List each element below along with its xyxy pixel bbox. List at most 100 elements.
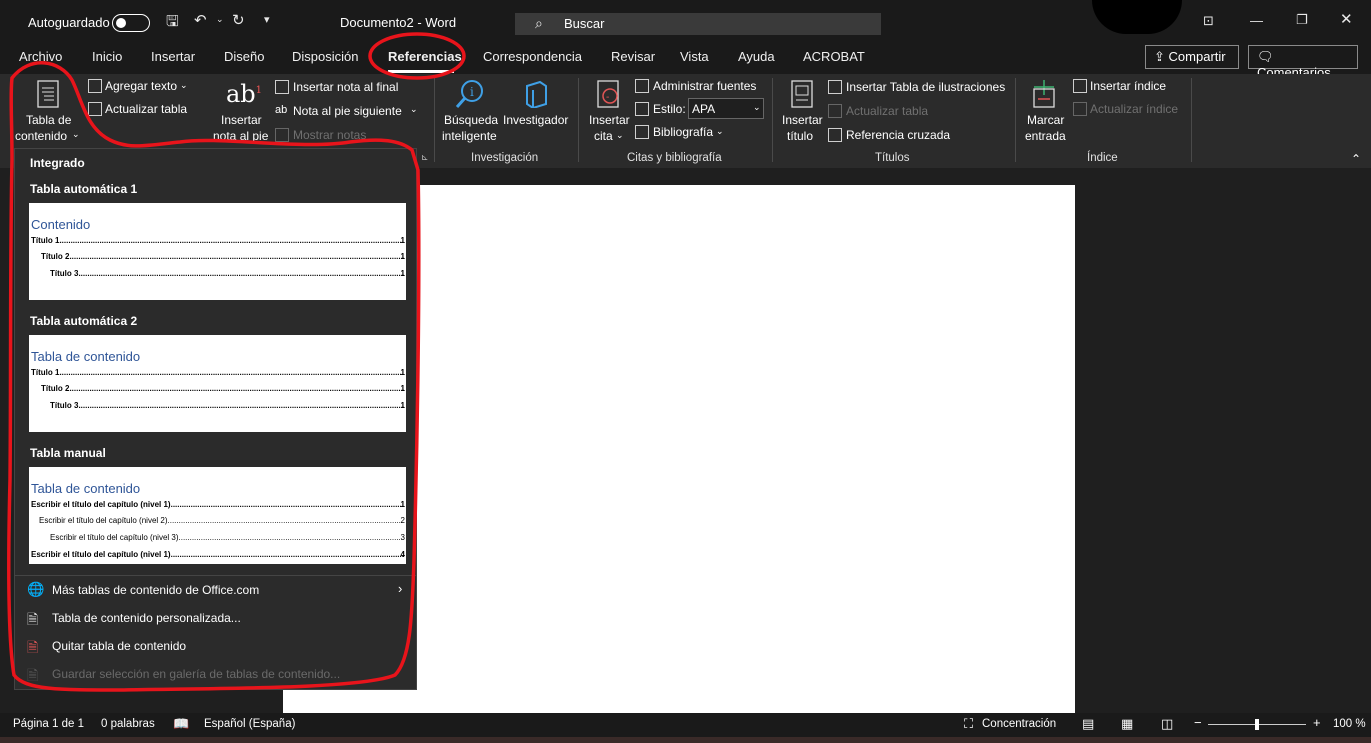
undo-icon[interactable]: ↶ — [194, 13, 207, 28]
share-icon: ⇪ — [1154, 49, 1165, 64]
share-label: Compartir — [1168, 49, 1226, 64]
auto-table-2-heading: Tabla automática 2 — [30, 314, 138, 328]
dialog-launcher-icon[interactable]: ⊾ — [421, 152, 429, 163]
redacted-account — [1092, 0, 1182, 34]
share-button[interactable]: ⇪ Compartir — [1145, 45, 1239, 69]
style-select[interactable]: APA ⌄ — [688, 98, 764, 119]
mark-entry-label-2: entrada — [1025, 129, 1066, 143]
update-table-2-button: Actualizar tabla — [846, 104, 929, 118]
footnote-icon: ab1 — [226, 80, 263, 108]
style-icon — [635, 102, 649, 116]
insert-caption-label-2: título — [787, 129, 814, 143]
insert-citation-label-1[interactable]: Insertar — [589, 113, 630, 127]
gallery-section-header: Integrado — [30, 156, 85, 170]
language[interactable]: Español (España) — [204, 718, 295, 730]
comments-button[interactable]: 🗨 Comentarios — [1248, 45, 1358, 80]
page-count[interactable]: Página 1 de 1 — [13, 718, 84, 730]
add-text-icon — [88, 79, 102, 93]
toc-line: Título 1................................… — [31, 236, 404, 245]
toc-page-num: 1 — [400, 368, 405, 377]
group-label-research: Investigación — [471, 152, 539, 164]
update-table-icon — [88, 102, 102, 116]
insert-tof-button[interactable]: Insertar Tabla de ilustraciones — [846, 80, 1005, 94]
update-table-button[interactable]: Actualizar tabla — [105, 102, 187, 116]
style-label: Estilo: — [653, 102, 686, 116]
chevron-right-icon: › — [398, 581, 403, 596]
insert-index-button[interactable]: Insertar índice — [1090, 79, 1166, 93]
insert-caption-label-1[interactable]: Insertar — [782, 113, 823, 127]
customize-qat-icon[interactable]: ▾ — [264, 15, 270, 26]
collapse-ribbon-icon[interactable]: ⌃ — [1351, 152, 1361, 166]
active-tab-indicator — [388, 70, 454, 73]
auto-table-2-title: Tabla de contenido — [31, 349, 141, 364]
tab-diseno[interactable]: Diseño — [224, 49, 264, 64]
tab-archivo[interactable]: Archivo — [19, 49, 62, 64]
zoom-slider-thumb[interactable] — [1255, 719, 1259, 730]
insert-footnote-label-2[interactable]: nota al pie — [213, 129, 268, 143]
mark-entry-label-1[interactable]: Marcar — [1027, 113, 1064, 127]
manual-table-thumbnail[interactable]: Tabla de contenido Escribir el título de… — [29, 467, 406, 564]
toc-page-num: 1 — [400, 401, 405, 410]
tab-inicio[interactable]: Inicio — [92, 49, 122, 64]
word-count[interactable]: 0 palabras — [101, 718, 155, 730]
separator — [1191, 78, 1192, 162]
tab-ayuda[interactable]: Ayuda — [738, 49, 775, 64]
tab-vista[interactable]: Vista — [680, 49, 709, 64]
zoom-level[interactable]: 100 % — [1333, 718, 1366, 730]
tab-referencias[interactable]: Referencias — [388, 49, 462, 64]
save-icon[interactable]: 🖫 — [166, 14, 179, 29]
tab-disposicion[interactable]: Disposición — [292, 49, 358, 64]
save-selection-item: Guardar selección en galería de tablas d… — [52, 667, 341, 681]
manage-sources-icon — [635, 79, 649, 93]
researcher-button[interactable]: Investigador — [503, 113, 568, 127]
web-layout-icon[interactable]: ◫ — [1161, 716, 1173, 732]
proofing-icon[interactable]: 📖 — [173, 716, 189, 732]
tab-correspondencia[interactable]: Correspondencia — [483, 49, 582, 64]
update-index-button: Actualizar índice — [1090, 102, 1179, 116]
insert-footnote-label-1: Insertar — [221, 113, 262, 127]
toc-page-num: 4 — [400, 550, 405, 559]
zoom-in-icon[interactable]: + — [1313, 715, 1321, 730]
redo-icon[interactable]: ↻ — [232, 13, 245, 28]
print-layout-icon[interactable]: ▦ — [1121, 716, 1133, 732]
toc-page-num: 1 — [400, 500, 405, 509]
next-footnote-button[interactable]: Nota al pie siguiente — [293, 104, 402, 118]
toc-line: Título 1................................… — [31, 368, 404, 377]
menu-separator — [14, 575, 417, 576]
smart-lookup-label-1[interactable]: Búsqueda — [444, 113, 498, 127]
toc-line: Escribir el título del capítulo (nivel 3… — [50, 533, 404, 542]
maximize-icon[interactable]: ❐ — [1296, 13, 1308, 26]
zoom-out-icon[interactable]: − — [1194, 715, 1202, 730]
more-tocs-office-item[interactable]: Más tablas de contenido de Office.com — [52, 583, 259, 597]
close-icon[interactable]: ✕ — [1340, 12, 1353, 27]
focus-icon: ⛶ — [964, 716, 974, 731]
minimize-icon[interactable]: — — [1250, 14, 1263, 27]
ribbon-display-icon[interactable]: ⊡ — [1203, 14, 1214, 27]
add-text-button[interactable]: Agregar texto — [105, 79, 177, 93]
tab-acrobat[interactable]: ACROBAT — [803, 49, 865, 64]
tab-revisar[interactable]: Revisar — [611, 49, 655, 64]
custom-toc-item[interactable]: Tabla de contenido personalizada... — [52, 611, 241, 625]
read-mode-icon[interactable]: ▤ — [1082, 716, 1094, 732]
show-notes-icon — [275, 128, 289, 142]
insert-endnote-button[interactable]: Insertar nota al final — [293, 80, 398, 94]
search-box[interactable]: ⌕ Buscar — [515, 13, 881, 35]
toc-line: Título 3................................… — [50, 269, 404, 278]
bibliography-button[interactable]: Bibliografía — [653, 125, 713, 139]
toc-label-2: contenido — [15, 129, 68, 143]
toc-page-num: 2 — [400, 516, 405, 525]
undo-dropdown-icon[interactable]: ⌄ — [216, 15, 224, 24]
remove-toc-item[interactable]: Quitar tabla de contenido — [52, 639, 186, 653]
cross-reference-button[interactable]: Referencia cruzada — [846, 128, 950, 142]
auto-table-1-thumbnail[interactable]: Contenido Título 1......................… — [29, 203, 406, 300]
tab-insertar[interactable]: Insertar — [151, 49, 195, 64]
focus-mode-button[interactable]: Concentración — [982, 718, 1056, 730]
document-title: Documento2 - Word — [340, 15, 457, 30]
autosave-label: Autoguardado — [28, 15, 110, 30]
researcher-icon — [526, 80, 547, 108]
auto-table-2-thumbnail[interactable]: Tabla de contenido Título 1.............… — [29, 335, 406, 432]
comment-icon: 🗨 — [1257, 49, 1274, 64]
autosave-toggle[interactable] — [112, 14, 150, 32]
toc-line: Título 3................................… — [50, 401, 404, 410]
manage-sources-button[interactable]: Administrar fuentes — [653, 79, 756, 93]
